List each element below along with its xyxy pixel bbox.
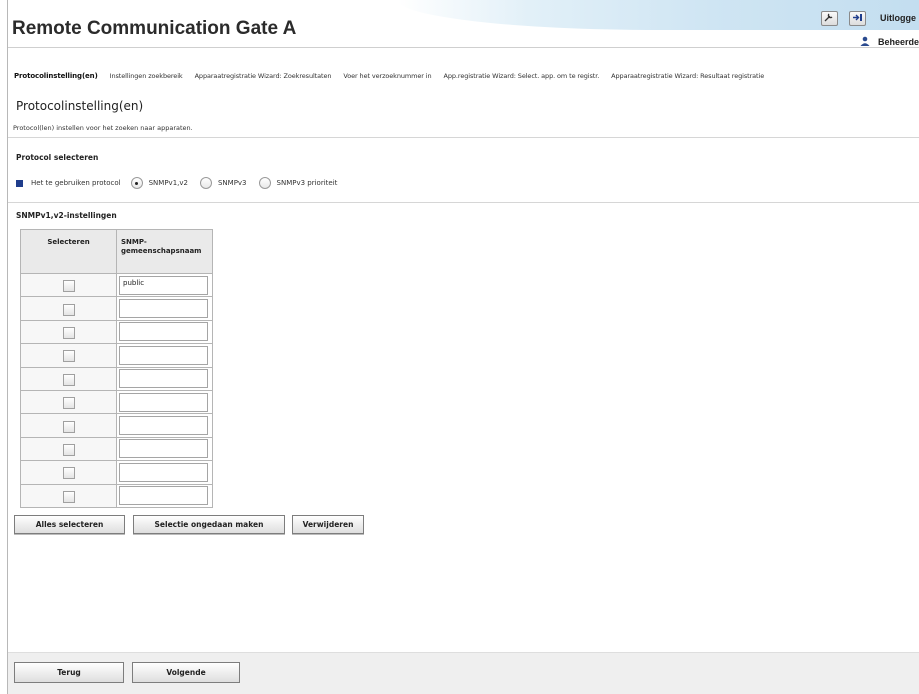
- breadcrumb-step-registration-result[interactable]: Apparaatregistratie Wizard: Resultaat re…: [611, 72, 764, 80]
- radio-snmpv1v2-label[interactable]: SNMPv1,v2: [149, 179, 188, 187]
- community-cell: [116, 366, 213, 391]
- breadcrumb-step-request-number[interactable]: Voer het verzoeknummer in: [343, 72, 431, 80]
- select-cell: [20, 413, 117, 438]
- next-button[interactable]: Volgende: [132, 662, 240, 683]
- select-cell: [20, 343, 117, 368]
- row-checkbox[interactable]: [62, 326, 75, 339]
- table-body: public: [20, 272, 213, 508]
- community-name-input[interactable]: [119, 299, 208, 319]
- community-name-input[interactable]: [119, 345, 208, 365]
- table-row: [20, 460, 213, 485]
- table-row: [20, 483, 213, 508]
- row-checkbox[interactable]: [62, 490, 75, 503]
- breadcrumb-step-protocol[interactable]: Protocolinstelling(en): [14, 72, 98, 80]
- select-cell: [20, 366, 117, 391]
- user-name: Beheerde: [878, 37, 919, 47]
- community-name-input[interactable]: [119, 439, 208, 459]
- radio-snmpv1v2[interactable]: [130, 177, 143, 189]
- radio-snmpv3-priority-label[interactable]: SNMPv3 prioriteit: [277, 179, 338, 187]
- row-checkbox[interactable]: [62, 420, 75, 433]
- col-select-header: Selecteren: [20, 229, 117, 274]
- community-table: Selecteren SNMP-gemeenschapsnaam public: [20, 229, 213, 508]
- row-checkbox[interactable]: [62, 443, 75, 456]
- table-row: [20, 319, 213, 345]
- breadcrumb-step-search-results[interactable]: Apparaatregistratie Wizard: Zoekresultat…: [195, 72, 332, 80]
- community-cell: [116, 413, 213, 438]
- row-checkbox[interactable]: [62, 303, 75, 316]
- wrench-icon[interactable]: [821, 11, 838, 26]
- table-row: [20, 389, 213, 415]
- table-row: [20, 366, 213, 391]
- app-header: Remote Communication Gate A Uitlogge Beh…: [8, 0, 919, 48]
- table-row: [20, 413, 213, 438]
- select-cell: [20, 460, 117, 485]
- community-name-input[interactable]: [119, 392, 208, 412]
- select-cell: [20, 272, 117, 298]
- logout-link[interactable]: Uitlogge: [880, 13, 916, 23]
- divider: [8, 137, 919, 138]
- community-cell: [116, 389, 213, 415]
- community-name-input[interactable]: [119, 486, 208, 506]
- page-description: Protocol(len) instellen voor het zoeken …: [13, 124, 193, 132]
- divider: [8, 202, 919, 203]
- row-checkbox[interactable]: [62, 280, 75, 293]
- breadcrumb: Protocolinstelling(en) Instellingen zoekb…: [8, 72, 919, 86]
- select-cell: [20, 319, 117, 345]
- select-cell: [20, 436, 117, 462]
- select-cell: [20, 483, 117, 508]
- protocol-row: Het te gebruiken protocol SNMPv1,v2 SNMP…: [16, 176, 349, 190]
- community-name-input[interactable]: [119, 369, 208, 389]
- table-header-row: Selecteren SNMP-gemeenschapsnaam: [20, 229, 213, 274]
- community-cell: [116, 296, 213, 321]
- community-cell: [116, 483, 213, 508]
- page-title: Protocolinstelling(en): [16, 99, 144, 113]
- table-row: [20, 296, 213, 321]
- community-cell: [116, 436, 213, 462]
- app-title: Remote Communication Gate A: [12, 18, 297, 39]
- delete-button[interactable]: Verwijderen: [292, 515, 364, 534]
- breadcrumb-step-select-app[interactable]: App.registratie Wizard: Select. app. om …: [444, 72, 600, 80]
- community-name-input[interactable]: public: [119, 275, 208, 295]
- deselect-button[interactable]: Selectie ongedaan maken: [133, 515, 285, 534]
- header-decoration: [398, 0, 919, 30]
- community-cell: public: [116, 272, 213, 298]
- user-icon: [860, 36, 870, 46]
- row-checkbox[interactable]: [62, 467, 75, 480]
- snmp-section-title: SNMPv1,v2-instellingen: [16, 211, 117, 220]
- community-cell: [116, 319, 213, 345]
- select-cell: [20, 389, 117, 415]
- protocol-section-title: Protocol selecteren: [16, 153, 99, 162]
- radio-snmpv3-priority[interactable]: [258, 177, 271, 189]
- community-name-input[interactable]: [119, 322, 208, 342]
- table-row: [20, 343, 213, 368]
- row-checkbox[interactable]: [62, 350, 75, 363]
- community-cell: [116, 343, 213, 368]
- community-cell: [116, 460, 213, 485]
- back-button[interactable]: Terug: [14, 662, 124, 683]
- select-all-button[interactable]: Alles selecteren: [14, 515, 125, 534]
- row-checkbox[interactable]: [62, 373, 75, 386]
- community-name-input[interactable]: [119, 462, 208, 482]
- row-checkbox[interactable]: [62, 397, 75, 410]
- select-cell: [20, 296, 117, 321]
- radio-snmpv3-label[interactable]: SNMPv3: [218, 179, 247, 187]
- breadcrumb-step-search-range[interactable]: Instellingen zoekbereik: [110, 72, 183, 80]
- protocol-label: Het te gebruiken protocol: [31, 179, 121, 187]
- radio-snmpv3[interactable]: [199, 177, 212, 189]
- logout-icon[interactable]: [849, 11, 866, 26]
- bullet-square-icon: [16, 179, 23, 187]
- community-name-input[interactable]: [119, 416, 208, 436]
- table-row: public: [20, 272, 213, 298]
- table-row: [20, 436, 213, 462]
- col-community-header: SNMP-gemeenschapsnaam: [116, 229, 213, 274]
- page-frame: Remote Communication Gate A Uitlogge Beh…: [7, 0, 919, 694]
